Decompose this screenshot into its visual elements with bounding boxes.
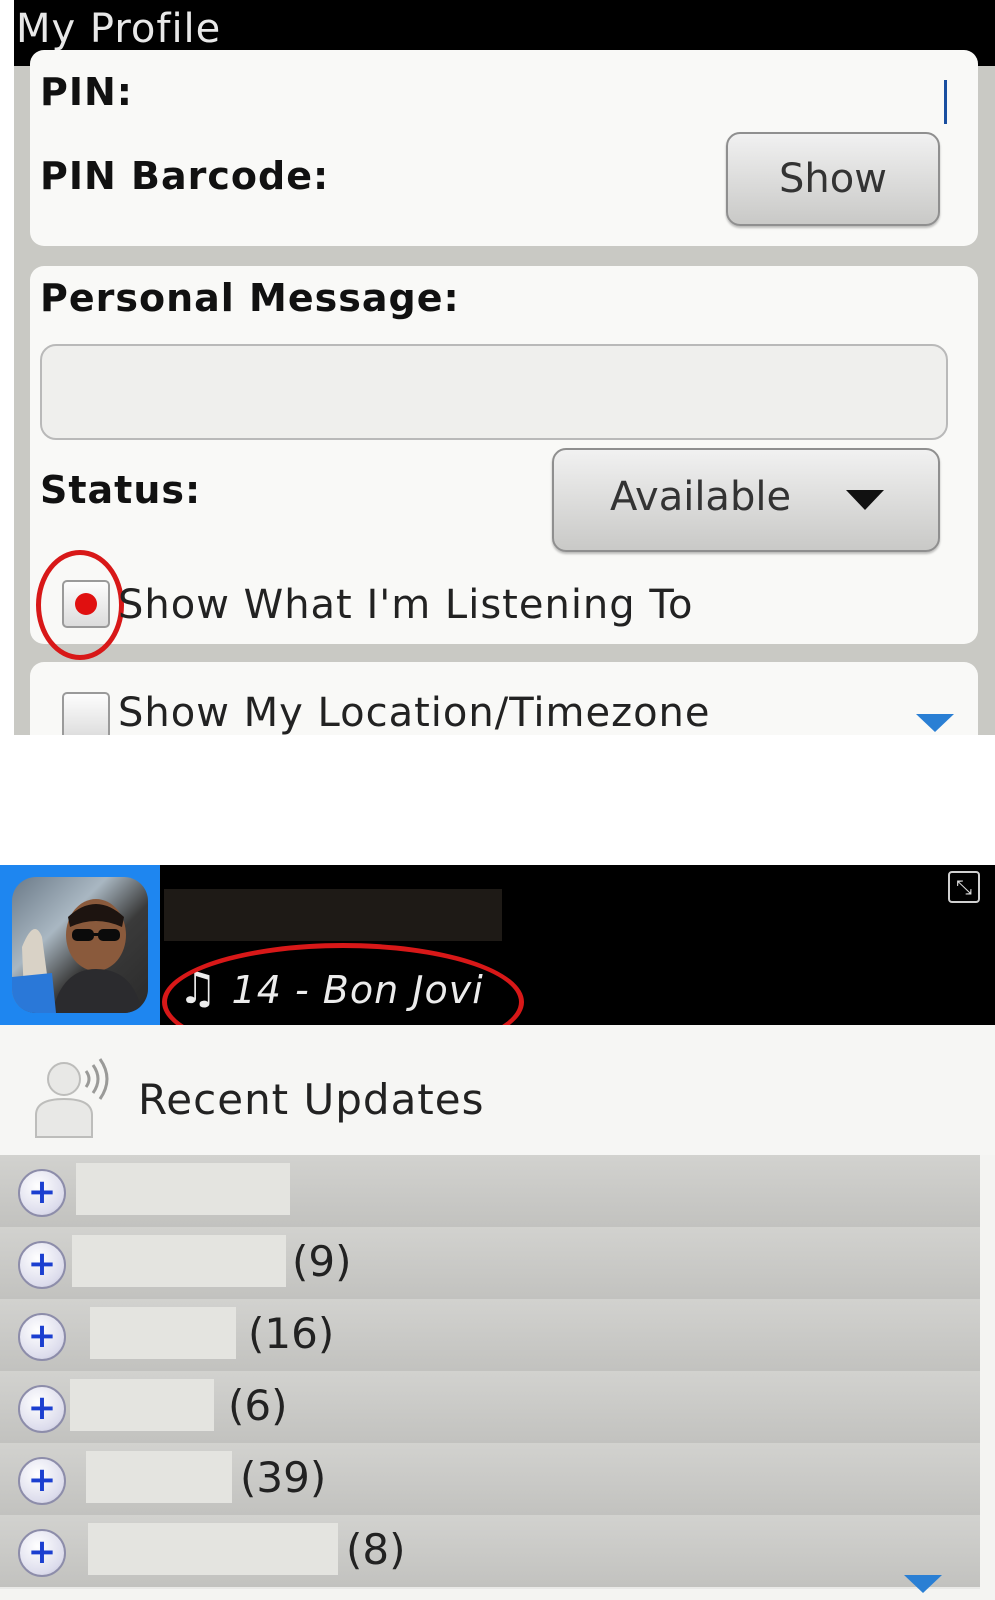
group-count: (39)	[240, 1453, 327, 1502]
highlight-circle	[36, 550, 124, 660]
show-barcode-button[interactable]: Show	[726, 132, 940, 226]
display-name-redacted	[164, 889, 502, 941]
chevron-down-icon	[846, 490, 884, 510]
location-checkbox-label: Show My Location/Timezone	[118, 690, 711, 735]
scroll-down-icon[interactable]	[904, 1575, 942, 1593]
pin-label: PIN:	[40, 70, 133, 114]
recent-updates-row[interactable]: Recent Updates	[0, 1025, 995, 1155]
group-name-redacted	[72, 1235, 286, 1287]
expand-plus-icon[interactable]: +	[18, 1241, 66, 1289]
scroll-down-icon[interactable]	[916, 714, 954, 732]
pin-barcode-label: PIN Barcode:	[40, 154, 330, 198]
recent-updates-label: Recent Updates	[138, 1075, 485, 1124]
expand-plus-icon[interactable]: +	[18, 1313, 66, 1361]
status-label: Status:	[40, 468, 202, 512]
contacts-screen: ♫ 14 - Bon Jovi ⤡ Recent Updates + + (9)…	[0, 865, 995, 1600]
group-count: (16)	[248, 1309, 335, 1358]
group-count: (9)	[292, 1237, 352, 1286]
expand-plus-icon[interactable]: +	[18, 1385, 66, 1433]
expand-plus-icon[interactable]: +	[18, 1169, 66, 1217]
contact-group-row[interactable]: +	[0, 1155, 980, 1229]
location-checkbox[interactable]	[62, 692, 110, 735]
status-value: Available	[610, 474, 792, 520]
group-count: (6)	[228, 1381, 288, 1430]
avatar-frame[interactable]	[0, 865, 160, 1025]
group-name-redacted	[90, 1307, 236, 1359]
text-cursor	[944, 80, 947, 124]
group-name-redacted	[70, 1379, 214, 1431]
listening-checkbox-label: Show What I'm Listening To	[118, 582, 694, 628]
profile-screen: My Profile PIN: PIN Barcode: Show Person…	[14, 0, 995, 735]
expand-plus-icon[interactable]: +	[18, 1457, 66, 1505]
contact-group-row[interactable]: + (9)	[0, 1227, 980, 1301]
group-name-redacted	[88, 1523, 338, 1575]
contact-group-row[interactable]: + (8)	[0, 1515, 980, 1589]
contact-group-row[interactable]: + (39)	[0, 1443, 980, 1517]
contact-group-row[interactable]: + (6)	[0, 1371, 980, 1445]
expand-icon[interactable]: ⤡	[948, 871, 980, 903]
page-title: My Profile	[16, 6, 222, 52]
personal-message-field[interactable]	[40, 344, 948, 440]
status-dropdown[interactable]: Available	[552, 448, 940, 552]
group-count: (8)	[346, 1525, 406, 1574]
group-name-redacted	[86, 1451, 232, 1503]
expand-plus-icon[interactable]: +	[18, 1529, 66, 1577]
avatar	[12, 877, 148, 1013]
broadcast-person-icon	[35, 1058, 109, 1138]
personal-message-label: Personal Message:	[40, 276, 460, 320]
contact-group-row[interactable]: + (16)	[0, 1299, 980, 1373]
group-name-redacted	[76, 1163, 290, 1215]
